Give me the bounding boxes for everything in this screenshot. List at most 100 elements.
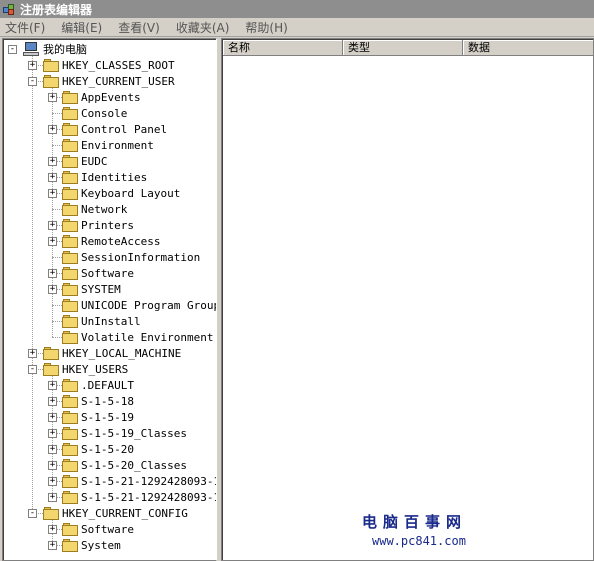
tree-item[interactable]: S-1-5-18 (62, 393, 134, 409)
tree-item[interactable]: .DEFAULT (62, 377, 134, 393)
tree-connector (52, 209, 62, 210)
tree-item[interactable]: UNICODE Program Groups (62, 297, 216, 313)
folder-icon (62, 106, 78, 120)
tree-item[interactable]: EUDC (62, 153, 108, 169)
tree-item-label: Environment (81, 138, 154, 152)
tree-root-my-computer[interactable]: 我的电脑 (23, 41, 87, 57)
collapse-icon[interactable]: - (28, 365, 37, 374)
menu-help[interactable]: 帮助(H) (240, 19, 292, 36)
tree-item[interactable]: Volatile Environment (62, 329, 213, 345)
collapse-icon[interactable]: - (8, 45, 17, 54)
expand-icon[interactable]: + (48, 397, 57, 406)
tree-item[interactable]: S-1-5-20 (62, 441, 134, 457)
tree-item[interactable]: System (62, 537, 121, 553)
folder-icon (43, 346, 59, 360)
column-type[interactable]: 类型 (343, 40, 463, 56)
folder-icon (62, 218, 78, 232)
expand-icon[interactable]: + (48, 541, 57, 550)
tree-item[interactable]: SessionInformation (62, 249, 200, 265)
folder-icon (62, 394, 78, 408)
expand-icon[interactable]: + (48, 429, 57, 438)
tree-item[interactable]: RemoteAccess (62, 233, 160, 249)
menu-bar: 文件(F) 编辑(E) 查看(V) 收藏夹(A) 帮助(H) (0, 18, 594, 37)
expand-icon[interactable]: + (48, 221, 57, 230)
registry-tree[interactable]: - 我的电脑 + HKEY_CLASSES_ROOT - HKEY_CURRENT_USE… (2, 38, 217, 561)
tree-item[interactable]: Software (62, 265, 134, 281)
expand-icon[interactable]: + (48, 525, 57, 534)
folder-icon (62, 154, 78, 168)
folder-icon (62, 250, 78, 264)
tree-item-label: S-1-5-18 (81, 394, 134, 408)
expand-icon[interactable]: + (48, 445, 57, 454)
tree-item[interactable]: Network (62, 201, 127, 217)
tree-item[interactable]: SYSTEM (62, 281, 121, 297)
folder-icon (62, 234, 78, 248)
expand-icon[interactable]: + (28, 349, 37, 358)
tree-item[interactable]: Software (62, 521, 134, 537)
values-list[interactable]: 名称 类型 数据 电脑百事网 www.pc841.com (221, 38, 594, 561)
tree-item-label: SessionInformation (81, 250, 201, 264)
tree-item-label: Console (81, 106, 128, 120)
folder-icon (62, 138, 78, 152)
tree-item-label: Keyboard Layout (81, 186, 181, 200)
tree-item[interactable]: AppEvents (62, 89, 141, 105)
folder-icon (43, 58, 59, 72)
expand-icon[interactable]: + (48, 189, 57, 198)
tree-item[interactable]: UnInstall (62, 313, 141, 329)
menu-file[interactable]: 文件(F) (0, 19, 50, 36)
collapse-icon[interactable]: - (28, 77, 37, 86)
collapse-icon[interactable]: - (28, 509, 37, 518)
tree-item[interactable]: Identities (62, 169, 147, 185)
folder-icon (62, 298, 78, 312)
watermark-url: www.pc841.com (372, 534, 466, 548)
tree-item-hkey-local-machine[interactable]: HKEY_LOCAL_MACHINE (43, 345, 181, 361)
tree-item-label: Printers (81, 218, 134, 232)
tree-item-label: Software (81, 522, 134, 536)
tree-item[interactable]: Control Panel (62, 121, 167, 137)
tree-item-label: Software (81, 266, 134, 280)
folder-icon (62, 266, 78, 280)
menu-edit[interactable]: 编辑(E) (56, 19, 107, 36)
menu-view[interactable]: 查看(V) (113, 19, 165, 36)
tree-item[interactable]: S-1-5-19_Classes (62, 425, 187, 441)
column-name[interactable]: 名称 (223, 40, 343, 56)
tree-item[interactable]: S-1-5-20_Classes (62, 457, 187, 473)
expand-icon[interactable]: + (48, 237, 57, 246)
column-data[interactable]: 数据 (463, 40, 593, 56)
expand-icon[interactable]: + (48, 381, 57, 390)
folder-icon (62, 490, 78, 504)
tree-connector (52, 337, 62, 338)
expand-icon[interactable]: + (48, 173, 57, 182)
tree-item[interactable]: Console (62, 105, 127, 121)
tree-item[interactable]: Environment (62, 137, 154, 153)
tree-item[interactable]: S-1-5-21-1292428093-11 (62, 489, 216, 505)
tree-item-hkey-current-config[interactable]: HKEY_CURRENT_CONFIG (43, 505, 188, 521)
folder-icon (62, 522, 78, 536)
expand-icon[interactable]: + (48, 125, 57, 134)
tree-item[interactable]: S-1-5-21-1292428093-11 (62, 473, 216, 489)
folder-icon (62, 426, 78, 440)
tree-item-hkey-current-user[interactable]: HKEY_CURRENT_USER (43, 73, 175, 89)
tree-item-hkey-users[interactable]: HKEY_USERS (43, 361, 128, 377)
tree-item-label: RemoteAccess (81, 234, 161, 248)
expand-icon[interactable]: + (48, 477, 57, 486)
expand-icon[interactable]: + (28, 61, 37, 70)
expand-icon[interactable]: + (48, 493, 57, 502)
tree-item-hkey-classes-root[interactable]: HKEY_CLASSES_ROOT (43, 57, 175, 73)
expand-icon[interactable]: + (48, 285, 57, 294)
computer-icon (23, 42, 39, 56)
folder-icon (62, 314, 78, 328)
expand-icon[interactable]: + (48, 269, 57, 278)
tree-item[interactable]: Keyboard Layout (62, 185, 180, 201)
tree-item[interactable]: S-1-5-19 (62, 409, 134, 425)
menu-favorites[interactable]: 收藏夹(A) (171, 19, 235, 36)
expand-icon[interactable]: + (48, 93, 57, 102)
watermark: 电脑百事网 www.pc841.com (222, 511, 593, 548)
expand-icon[interactable]: + (48, 461, 57, 470)
expand-icon[interactable]: + (48, 157, 57, 166)
tree-item[interactable]: Printers (62, 217, 134, 233)
folder-icon (62, 378, 78, 392)
expand-icon[interactable]: + (48, 413, 57, 422)
tree-item-label: HKEY_CURRENT_CONFIG (62, 506, 188, 520)
folder-icon (62, 458, 78, 472)
